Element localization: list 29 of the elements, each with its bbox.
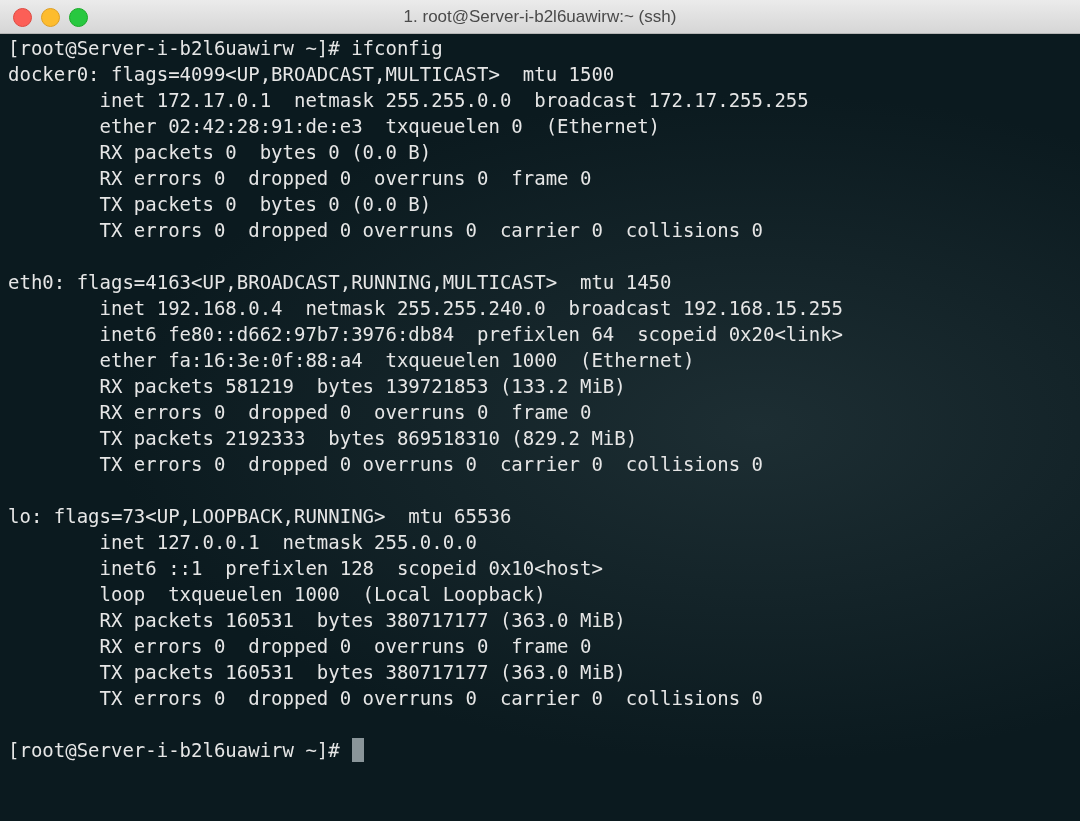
terminal-line: RX packets 581219 bytes 139721853 (133.2 MiB): [98, 374, 627, 399]
terminal-line: ether 02:42:28:91:de:e3 txqueuelen 0 (Ethernet): [98, 114, 662, 139]
terminal-line: RX errors 0 dropped 0 overruns 0 frame 0: [98, 634, 593, 659]
terminal-line: TX errors 0 dropped 0 overruns 0 carrier 0 collisions 0: [98, 218, 764, 243]
terminal-line: TX packets 2192333 bytes 869518310 (829.2 MiB): [98, 426, 639, 451]
terminal-line: TX packets 160531 bytes 380717177 (363.0 MiB): [98, 660, 627, 685]
terminal-line: ether fa:16:3e:0f:88:a4 txqueuelen 1000 (Ethernet): [98, 348, 696, 373]
terminal-line: RX packets 0 bytes 0 (0.0 B): [98, 140, 433, 165]
terminal-line: [root@Server-i-b2l6uawirw ~]# ifconfig: [8, 36, 444, 61]
terminal-line: TX errors 0 dropped 0 overruns 0 carrier 0 collisions 0: [98, 686, 764, 711]
terminal-line: inet 172.17.0.1 netmask 255.255.0.0 broadcast 172.17.255.255: [98, 88, 810, 113]
terminal-line: eth0: flags=4163<UP,BROADCAST,RUNNING,MULTICAST> mtu 1450: [8, 270, 673, 295]
terminal-line: loop txqueuelen 1000 (Local Loopback): [98, 582, 547, 607]
terminal-line: docker0: flags=4099<UP,BROADCAST,MULTICAST> mtu 1500: [8, 62, 616, 87]
terminal-line: RX errors 0 dropped 0 overruns 0 frame 0: [98, 400, 593, 425]
zoom-button[interactable]: [69, 8, 88, 27]
terminal-line: TX packets 0 bytes 0 (0.0 B): [98, 192, 433, 217]
terminal-line: RX packets 160531 bytes 380717177 (363.0 MiB): [98, 608, 627, 633]
shell-prompt: [root@Server-i-b2l6uawirw ~]#: [8, 738, 340, 763]
terminal-line: inet6 ::1 prefixlen 128 scopeid 0x10<host>: [98, 556, 604, 581]
window-title: 1. root@Server-i-b2l6uawirw:~ (ssh): [403, 5, 677, 28]
terminal-line: RX errors 0 dropped 0 overruns 0 frame 0: [98, 166, 593, 191]
minimize-button[interactable]: [41, 8, 60, 27]
terminal-line: inet 192.168.0.4 netmask 255.255.240.0 broadcast 192.168.15.255: [98, 296, 845, 321]
terminal-line: inet6 fe80::d662:97b7:3976:db84 prefixlen 64 scopeid 0x20<link>: [98, 322, 845, 347]
terminal-line: TX errors 0 dropped 0 overruns 0 carrier 0 collisions 0: [98, 452, 764, 477]
terminal-line: lo: flags=73<UP,LOOPBACK,RUNNING> mtu 65536: [8, 504, 513, 529]
terminal-line: inet 127.0.0.1 netmask 255.0.0.0: [98, 530, 478, 555]
close-button[interactable]: [13, 8, 32, 27]
